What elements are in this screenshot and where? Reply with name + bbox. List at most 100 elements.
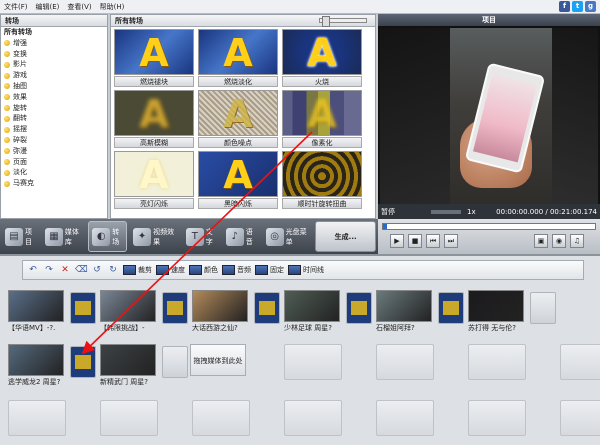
toolbar-button-label: 文字 <box>205 227 213 246</box>
menu-help[interactable]: 帮助(H) <box>96 0 129 14</box>
category-label: 效果 <box>13 92 27 101</box>
play-icon[interactable]: ▶ <box>390 234 404 248</box>
transition-slot[interactable] <box>254 292 280 324</box>
rotate-left-icon[interactable]: ↺ <box>91 265 103 275</box>
category-item[interactable]: 游戏 <box>1 70 107 81</box>
volume-slider[interactable] <box>431 209 461 214</box>
category-label: 增强 <box>13 38 27 47</box>
transition-thumbnail: A <box>114 151 194 197</box>
seek-bar[interactable] <box>382 223 596 230</box>
transition-slot[interactable] <box>346 292 372 324</box>
thumbnail-size-slider[interactable] <box>319 16 367 27</box>
empty-slot[interactable] <box>8 400 66 436</box>
empty-slot[interactable] <box>284 344 342 380</box>
video-effects-button[interactable]: ✦ 视频效果 <box>130 221 180 252</box>
transition-slot[interactable] <box>162 292 188 324</box>
transition-tile[interactable]: A 燃烧淡化 <box>198 29 278 89</box>
next-frame-icon[interactable]: ⏭ <box>444 234 458 248</box>
category-item[interactable]: 变换 <box>1 49 107 60</box>
empty-slot[interactable] <box>560 400 600 436</box>
redo-icon[interactable]: ↷ <box>43 265 55 275</box>
time-display: 00:00:00.000 / 00:21:00.174 <box>496 207 597 216</box>
category-item[interactable]: 淡化 <box>1 167 107 178</box>
transition-tile[interactable]: A顺时针旋转扭曲 <box>282 151 362 211</box>
transitions-button[interactable]: ◐ 转场 <box>88 221 128 252</box>
transition-slot[interactable] <box>530 292 556 324</box>
category-item[interactable]: 翻转 <box>1 113 107 124</box>
empty-slot[interactable] <box>376 344 434 380</box>
stop-icon[interactable]: ■ <box>408 234 422 248</box>
transition-tile[interactable]: A 火烧 <box>282 29 362 89</box>
clear-icon[interactable]: ⌫ <box>75 265 88 275</box>
crop-button[interactable]: 裁剪 <box>123 265 152 275</box>
undo-icon[interactable]: ↶ <box>27 265 39 275</box>
google-plus-icon[interactable]: g <box>585 1 596 12</box>
menu-file[interactable]: 文件(F) <box>0 0 32 14</box>
voice-button[interactable]: ♪ 语音 <box>223 221 260 252</box>
category-item[interactable]: 旋转 <box>1 103 107 114</box>
empty-slot[interactable] <box>192 400 250 436</box>
empty-slot[interactable] <box>560 344 600 380</box>
clip-label: 少林足球 周星? <box>284 324 332 332</box>
stabilize-icon <box>255 265 268 275</box>
category-label: 旋转 <box>13 103 27 112</box>
transition-tile[interactable]: A 颜色噪点 <box>198 90 278 150</box>
twitter-icon[interactable]: t <box>572 1 583 12</box>
empty-slot[interactable] <box>468 400 526 436</box>
transition-tile[interactable]: A 黑暗闪烁 <box>198 151 278 211</box>
category-item[interactable]: 抽图 <box>1 81 107 92</box>
facebook-icon[interactable]: f <box>559 1 570 12</box>
empty-slot[interactable] <box>468 344 526 380</box>
menu-edit[interactable]: 编辑(E) <box>32 0 64 14</box>
speed-button[interactable]: 速度 <box>156 265 185 275</box>
clip-label: 石榴姐阿拜? <box>376 324 415 332</box>
delete-icon[interactable]: ✕ <box>59 265 71 275</box>
transition-tile[interactable]: A 像素化 <box>282 90 362 150</box>
category-label: 翻转 <box>13 114 27 123</box>
transition-preview-letter: A <box>139 92 169 136</box>
menu-view[interactable]: 查看(V) <box>63 0 95 14</box>
transition-slot[interactable] <box>70 346 96 378</box>
category-item[interactable]: 弥漫 <box>1 146 107 157</box>
snapshot-icon[interactable]: ◉ <box>552 234 566 248</box>
voice-icon: ♪ <box>225 227 244 246</box>
category-item[interactable]: 增强 <box>1 38 107 49</box>
transition-slot[interactable] <box>162 346 188 378</box>
category-item[interactable]: 碎裂 <box>1 135 107 146</box>
transition-label: 火烧 <box>282 76 362 87</box>
rotate-right-icon[interactable]: ↻ <box>107 265 119 275</box>
empty-slot[interactable] <box>284 400 342 436</box>
volume-icon[interactable]: ♫ <box>570 234 584 248</box>
transition-tile[interactable]: A 燃烧褪块 <box>114 29 194 89</box>
text-button[interactable]: T 文字 <box>183 221 220 252</box>
category-bullet-icon <box>4 40 10 47</box>
stabilize-button[interactable]: 固定 <box>255 265 284 275</box>
category-item[interactable]: 页面 <box>1 157 107 168</box>
category-bullet-icon <box>4 104 10 111</box>
media-library-button[interactable]: ▦ 媒体库 <box>42 221 85 252</box>
clip-thumbnail <box>100 344 156 376</box>
category-item[interactable]: 马赛克 <box>1 178 107 189</box>
color-button[interactable]: 颜色 <box>189 265 218 275</box>
project-button[interactable]: ▤ 项目 <box>2 221 39 252</box>
category-bullet-icon <box>4 137 10 144</box>
empty-slot[interactable] <box>376 400 434 436</box>
timeline-view-button[interactable]: 时间线 <box>288 265 324 275</box>
transition-slot[interactable] <box>438 292 464 324</box>
toolbar-button-label: 视频效果 <box>153 227 175 246</box>
category-item[interactable]: 所有转场 <box>1 27 107 38</box>
audio-button[interactable]: 音频 <box>222 265 251 275</box>
transition-tile[interactable]: A 亮灯闪烁 <box>114 151 194 211</box>
drop-media-target[interactable]: 拖拽媒体到此处 <box>190 344 246 376</box>
category-item[interactable]: 效果 <box>1 92 107 103</box>
transition-slot[interactable] <box>70 292 96 324</box>
toolbar-item-label: 颜色 <box>204 266 218 274</box>
empty-slot[interactable] <box>100 400 158 436</box>
transition-tile[interactable]: A 高斯模糊 <box>114 90 194 150</box>
prev-frame-icon[interactable]: ⏮ <box>426 234 440 248</box>
disc-menu-button[interactable]: ◎ 光盘菜单 <box>263 221 313 252</box>
category-item[interactable]: 摇摆 <box>1 124 107 135</box>
produce-button[interactable]: 生成... <box>315 221 377 252</box>
fullscreen-icon[interactable]: ▣ <box>534 234 548 248</box>
category-item[interactable]: 影片 <box>1 59 107 70</box>
